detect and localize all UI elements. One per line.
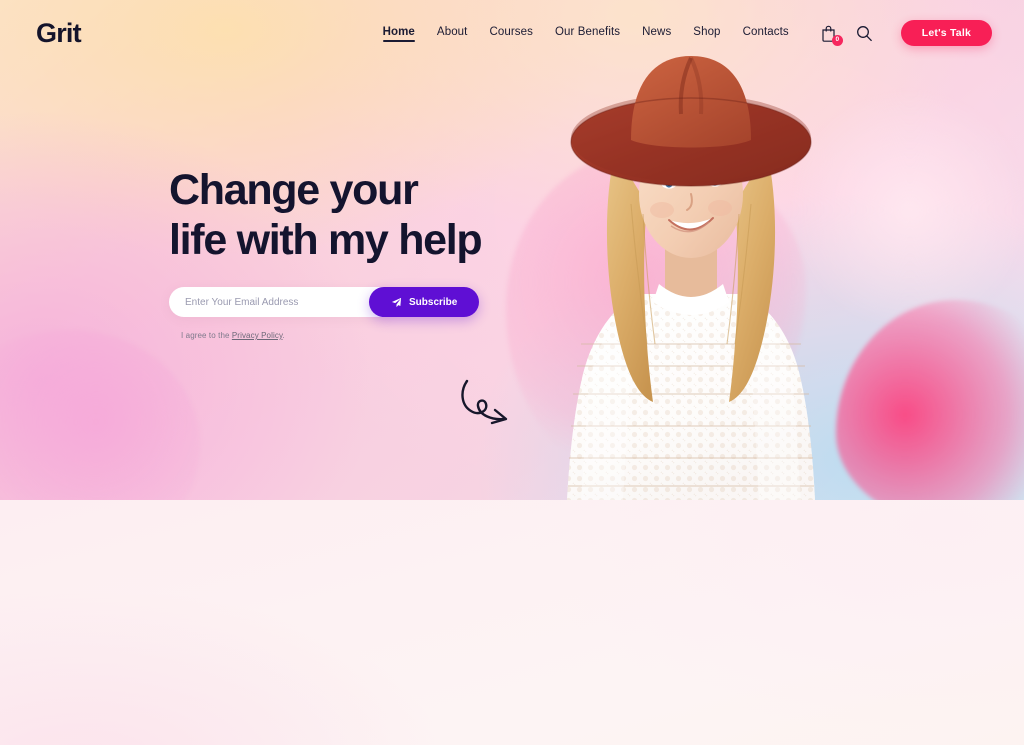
subscribe-button[interactable]: Subscribe <box>369 287 480 317</box>
site-logo[interactable]: Grit <box>36 19 82 47</box>
curly-arrow-right-icon <box>458 375 522 440</box>
subscribe-form: Subscribe <box>169 287 529 317</box>
nav-links: Home About Courses Our Benefits News Sho… <box>382 26 789 42</box>
privacy-policy-link[interactable]: Privacy Policy <box>232 331 283 340</box>
consent-suffix: . <box>282 331 285 340</box>
hero-heading-line-1: Change your <box>169 166 419 214</box>
nav-link-contacts[interactable]: Contacts <box>743 26 789 41</box>
search-icon[interactable] <box>855 23 875 43</box>
email-input[interactable] <box>169 287 397 317</box>
cart-count-badge: 0 <box>831 35 843 46</box>
nav-link-our-benefits[interactable]: Our Benefits <box>555 26 620 41</box>
nav-icon-group: 0 <box>819 23 875 46</box>
consent-text: I agree to the Privacy Policy. <box>181 331 529 340</box>
decorative-blob-magenta <box>836 300 1024 500</box>
practice-section: THE PRACTICE Our job is to help you grow… <box>0 500 1024 745</box>
main-navigation: Grit Home About Courses Our Benefits New… <box>0 0 1024 66</box>
subscribe-button-label: Subscribe <box>409 296 458 308</box>
nav-link-shop[interactable]: Shop <box>693 26 720 41</box>
shopping-bag-icon[interactable]: 0 <box>819 23 843 46</box>
decorative-blob-left <box>0 330 200 500</box>
lets-talk-button[interactable]: Let's Talk <box>900 20 992 46</box>
nav-link-news[interactable]: News <box>642 26 671 41</box>
consent-prefix: I agree to the <box>181 331 232 340</box>
hero-heading: Change your life with my help <box>169 165 529 265</box>
paper-plane-icon <box>391 297 402 307</box>
hero-section: Grit Home About Courses Our Benefits New… <box>0 0 1024 500</box>
search-glyph <box>857 25 873 41</box>
nav-link-home[interactable]: Home <box>382 26 416 42</box>
hero-photo <box>519 44 863 500</box>
curly-arrow-glyph <box>461 379 508 425</box>
nav-link-courses[interactable]: Courses <box>489 26 533 41</box>
hero-content: Change your life with my help Subscribe … <box>169 165 529 340</box>
hero-heading-line-2: life with my help <box>169 216 483 264</box>
nav-link-about[interactable]: About <box>437 26 468 41</box>
woman-portrait-illustration <box>567 56 815 500</box>
